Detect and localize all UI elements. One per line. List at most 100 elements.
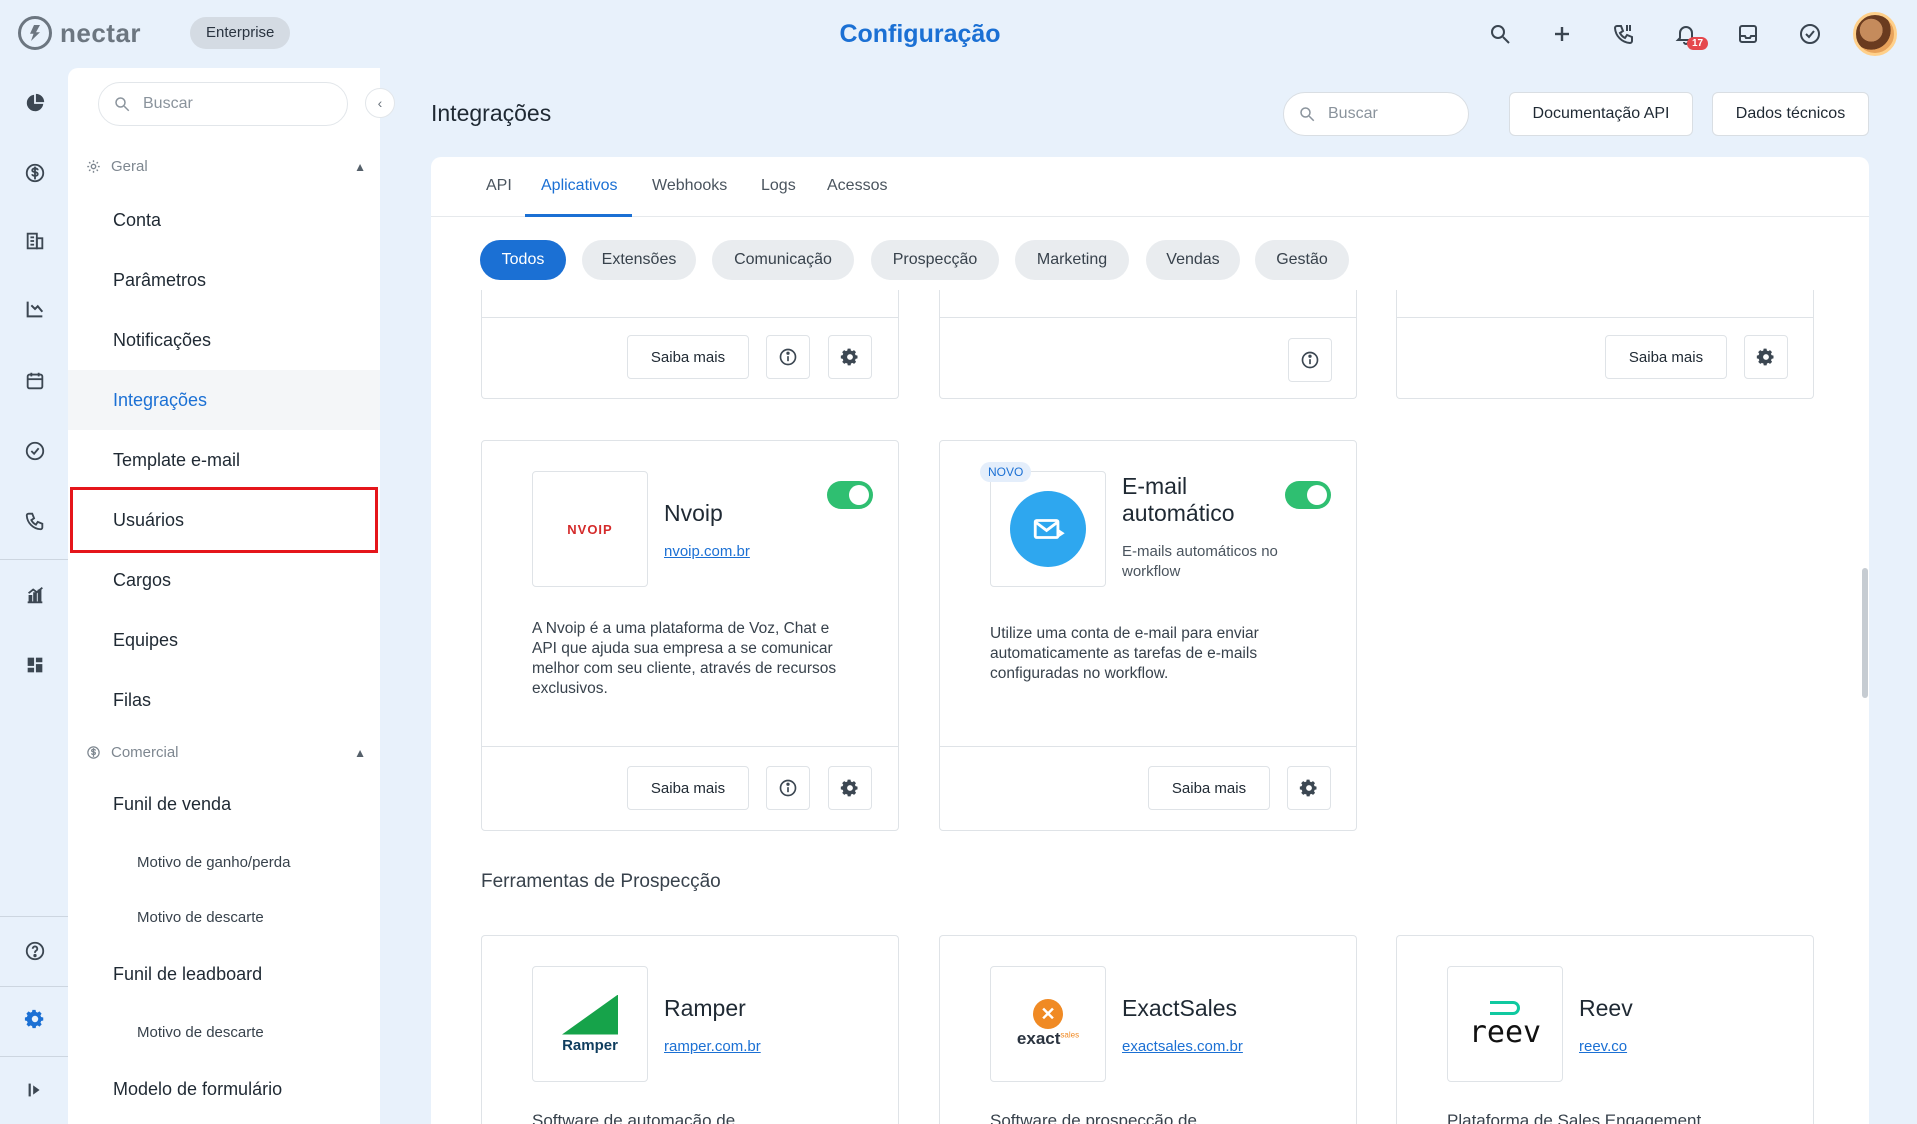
ramper-card: Ramper Ramper ramper.com.br Software de … bbox=[481, 935, 899, 1124]
filter-marketing[interactable]: Marketing bbox=[1015, 240, 1129, 280]
learn-more-button[interactable]: Saiba mais bbox=[627, 766, 749, 810]
card-description: Utilize uma conta de e-mail para enviar … bbox=[990, 625, 1259, 682]
nvoip-card: NVOIP Nvoip nvoip.com.br A Nvoip é a uma… bbox=[481, 440, 899, 831]
nvoip-logo-text: NVOIP bbox=[567, 521, 613, 537]
dollar-icon[interactable] bbox=[20, 158, 50, 188]
nvoip-logo: NVOIP bbox=[532, 471, 648, 587]
prospeccao-section-title: Ferramentas de Prospecção bbox=[481, 871, 721, 892]
rail-divider bbox=[0, 916, 68, 917]
pie-chart-icon[interactable] bbox=[20, 88, 50, 118]
filter-prospeccao[interactable]: Prospecção bbox=[871, 240, 999, 280]
learn-more-button[interactable]: Saiba mais bbox=[1605, 335, 1727, 379]
nav-item-equipes[interactable]: Equipes bbox=[68, 610, 380, 670]
chevron-up-icon: ▲ bbox=[354, 745, 366, 760]
tab-webhooks[interactable]: Webhooks bbox=[652, 177, 727, 195]
integration-card: Saiba mais bbox=[1396, 290, 1814, 399]
tech-data-button[interactable]: Dados técnicos bbox=[1712, 92, 1869, 136]
tab-aplicativos[interactable]: Aplicativos bbox=[541, 177, 617, 195]
nav-item-cargos[interactable]: Cargos bbox=[68, 550, 380, 610]
building-icon[interactable] bbox=[20, 226, 50, 256]
gear-icon[interactable] bbox=[1287, 766, 1331, 810]
info-icon[interactable] bbox=[766, 766, 810, 810]
filter-vendas[interactable]: Vendas bbox=[1146, 240, 1240, 280]
tab-acessos[interactable]: Acessos bbox=[827, 177, 887, 195]
reev-mark bbox=[1490, 1001, 1520, 1015]
api-docs-button[interactable]: Documentação API bbox=[1509, 92, 1693, 136]
email-auto-enable-toggle[interactable] bbox=[1285, 481, 1331, 509]
chevron-left-icon: ‹ bbox=[377, 95, 383, 111]
ramper-mark bbox=[562, 994, 618, 1035]
nav-item-motivo-descarte-leadboard[interactable]: Motivo de descarte bbox=[68, 1007, 380, 1057]
filter-todos[interactable]: Todos bbox=[480, 240, 566, 280]
notification-count: 17 bbox=[1687, 37, 1709, 50]
nav-section-geral[interactable]: Geral ▲ bbox=[86, 158, 366, 175]
integration-card bbox=[939, 290, 1357, 399]
info-icon[interactable] bbox=[1288, 338, 1332, 382]
tab-api[interactable]: API bbox=[486, 177, 512, 195]
filter-gestao[interactable]: Gestão bbox=[1255, 240, 1349, 280]
nav-item-notificacoes[interactable]: Notificações bbox=[68, 310, 380, 370]
tab-logs[interactable]: Logs bbox=[761, 177, 796, 195]
learn-more-button[interactable]: Saiba mais bbox=[627, 335, 749, 379]
exactsales-card: ✕ exactsales ExactSales exactsales.com.b… bbox=[939, 935, 1357, 1124]
nvoip-enable-toggle[interactable] bbox=[827, 481, 873, 509]
expand-icon[interactable] bbox=[20, 1075, 50, 1105]
nav-item-funil-leadboard[interactable]: Funil de leadboard bbox=[68, 944, 380, 1004]
dashboard-icon[interactable] bbox=[20, 650, 50, 680]
nav-item-funil-venda[interactable]: Funil de venda bbox=[68, 774, 380, 834]
info-icon[interactable] bbox=[766, 335, 810, 379]
search-icon[interactable] bbox=[1481, 10, 1519, 58]
analytics-icon[interactable] bbox=[20, 580, 50, 610]
gear-icon[interactable] bbox=[828, 335, 872, 379]
bell-icon[interactable]: 17 bbox=[1667, 10, 1709, 58]
highlight-box bbox=[70, 487, 378, 553]
new-badge: NOVO bbox=[980, 462, 1032, 482]
search-icon bbox=[1300, 107, 1315, 122]
scrollbar[interactable] bbox=[1862, 568, 1868, 698]
ramper-logo-text: Ramper bbox=[562, 1036, 618, 1054]
nav-item-conta[interactable]: Conta bbox=[68, 190, 380, 250]
card-description: Software de automação de bbox=[532, 1111, 736, 1124]
integrations-search-input[interactable]: Buscar bbox=[1283, 92, 1469, 136]
nav-search-input[interactable]: Buscar bbox=[98, 82, 348, 126]
section-title: Integrações bbox=[431, 100, 552, 126]
nav-section-label: Comercial bbox=[111, 744, 179, 761]
funnel-chart-icon[interactable] bbox=[20, 294, 50, 324]
filter-comunicacao[interactable]: Comunicação bbox=[712, 240, 854, 280]
nav-item-motivo-descarte[interactable]: Motivo de descarte bbox=[68, 892, 380, 942]
help-icon[interactable] bbox=[20, 936, 50, 966]
search-icon bbox=[115, 97, 130, 112]
calendar-icon[interactable] bbox=[20, 366, 50, 396]
learn-more-button[interactable]: Saiba mais bbox=[1148, 766, 1270, 810]
filter-extensoes[interactable]: Extensões bbox=[582, 240, 696, 280]
top-bar: nectar Enterprise Configuração 17 bbox=[0, 0, 1917, 68]
nav-item-integracoes[interactable]: Integrações bbox=[68, 370, 380, 430]
card-divider bbox=[940, 317, 1356, 318]
nav-item-motivo-ganho-perda[interactable]: Motivo de ganho/perda bbox=[68, 837, 380, 887]
nav-item-filas[interactable]: Filas bbox=[68, 670, 380, 730]
card-link[interactable]: nvoip.com.br bbox=[664, 543, 750, 560]
phone-icon[interactable] bbox=[20, 506, 50, 536]
plus-icon[interactable] bbox=[1543, 10, 1581, 58]
exactsales-logo-word: exact bbox=[1016, 1029, 1061, 1048]
card-link[interactable]: exactsales.com.br bbox=[1122, 1038, 1243, 1055]
nav-item-template-email[interactable]: Template e-mail bbox=[68, 430, 380, 490]
nav-item-modelo-formulario[interactable]: Modelo de formulário bbox=[68, 1059, 380, 1119]
inbox-icon[interactable] bbox=[1729, 10, 1767, 58]
settings-icon[interactable] bbox=[20, 1004, 50, 1034]
reev-logo: reev bbox=[1447, 966, 1563, 1082]
gear-icon[interactable] bbox=[1744, 335, 1788, 379]
phone-icon[interactable] bbox=[1605, 10, 1643, 58]
card-link[interactable]: ramper.com.br bbox=[664, 1038, 761, 1055]
collapse-nav-button[interactable]: ‹ bbox=[365, 88, 395, 118]
nav-item-parametros[interactable]: Parâmetros bbox=[68, 250, 380, 310]
email-auto-logo bbox=[990, 471, 1106, 587]
card-link[interactable]: reev.co bbox=[1579, 1038, 1627, 1055]
check-circle-icon[interactable] bbox=[1791, 10, 1829, 58]
nav-search-placeholder: Buscar bbox=[143, 95, 193, 112]
gear-icon[interactable] bbox=[828, 766, 872, 810]
nav-section-comercial[interactable]: Comercial ▲ bbox=[86, 744, 366, 761]
avatar[interactable] bbox=[1853, 12, 1897, 56]
task-check-icon[interactable] bbox=[20, 436, 50, 466]
email-auto-card: NOVO E-mail automático E-mails automátic… bbox=[939, 440, 1357, 831]
